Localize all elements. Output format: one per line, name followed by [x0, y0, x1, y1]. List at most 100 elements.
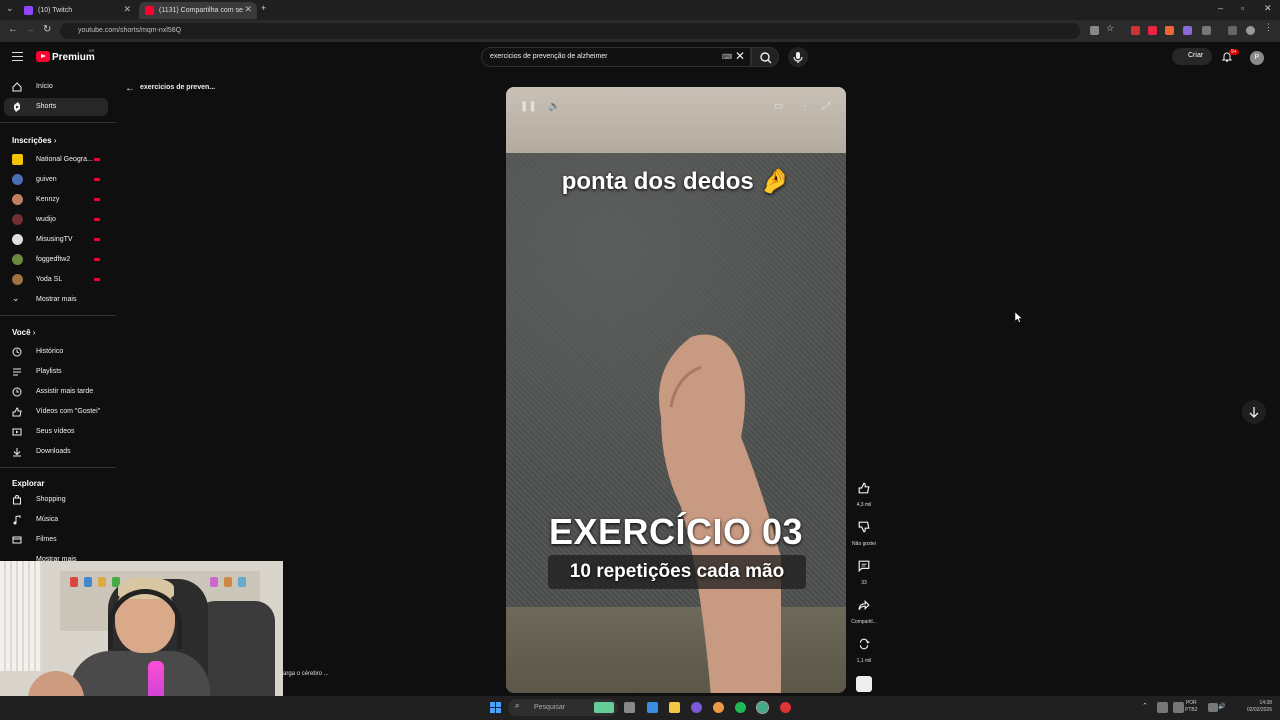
tray-mic-icon[interactable]: [1173, 702, 1184, 713]
channel-name: Yoda SL: [36, 276, 63, 283]
dislike-action[interactable]: Não gostei: [851, 515, 877, 547]
sidebar-item-music[interactable]: Música: [4, 511, 108, 529]
you-heading[interactable]: Você ›: [12, 328, 35, 337]
file-explorer-icon[interactable]: [669, 702, 680, 713]
you-title: Você: [12, 328, 31, 337]
next-short-button[interactable]: [1242, 400, 1266, 424]
sidebar-item-watch-later[interactable]: Assistir mais tarde: [4, 383, 108, 401]
sidebar-icon[interactable]: [1228, 26, 1237, 35]
more-options-icon[interactable]: ⋮: [800, 101, 810, 112]
menu-kebab-icon[interactable]: ⋮: [1264, 22, 1273, 32]
bookmark-star-icon[interactable]: ☆: [1106, 23, 1115, 33]
chrome-active-icon[interactable]: [756, 701, 769, 714]
captions-icon[interactable]: ▭: [774, 101, 783, 112]
sidebar-item-playlists[interactable]: Playlists: [4, 363, 108, 381]
back-icon[interactable]: ←: [8, 24, 18, 35]
back-to-search-link[interactable]: exercicios de preven...: [140, 84, 215, 91]
sidebar-sub-guiven[interactable]: guiven: [4, 171, 108, 189]
copilot-icon[interactable]: [647, 702, 658, 713]
extension-icon[interactable]: [1131, 26, 1140, 35]
taskbar-clock[interactable]: 14:38 02/02/2026: [1238, 700, 1272, 714]
extensions-puzzle-icon[interactable]: [1202, 26, 1211, 35]
create-button[interactable]: Criar: [1172, 48, 1212, 65]
close-tab-icon[interactable]: ✕: [244, 4, 252, 15]
app-icon[interactable]: [691, 702, 702, 713]
sidebar-item-downloads[interactable]: Downloads: [4, 443, 108, 461]
sidebar-item-movies[interactable]: Filmes: [4, 531, 108, 549]
video-background-wall: [506, 87, 846, 153]
channel-avatar: [12, 154, 23, 165]
maximize-icon[interactable]: ▫: [1241, 3, 1244, 13]
tab-search-icon[interactable]: ⌄: [6, 3, 14, 14]
search-button[interactable]: [751, 47, 779, 67]
chevron-right-icon: ›: [53, 136, 57, 145]
language-code: POR: [1185, 700, 1197, 706]
profile-icon[interactable]: [1246, 26, 1255, 35]
sidebar-show-more[interactable]: ⌄ Mostrar mais: [4, 291, 108, 309]
volume-icon[interactable]: 🔈: [548, 101, 560, 112]
network-icon[interactable]: [1208, 703, 1218, 712]
search-icon: [760, 52, 772, 64]
sidebar-item-your-videos[interactable]: Seus vídeos: [4, 423, 108, 441]
subscriptions-heading[interactable]: Inscrições ›: [12, 136, 56, 145]
volume-icon[interactable]: 🔊: [1218, 703, 1225, 710]
sidebar-sub-foggedftw2[interactable]: foggedftw2: [4, 251, 108, 269]
tray-app-icon[interactable]: [1157, 702, 1168, 713]
sidebar-item-liked-videos[interactable]: Vídeos com "Gostei": [4, 403, 108, 421]
comments-action[interactable]: 33: [851, 554, 877, 586]
twitch-favicon-icon: [24, 6, 33, 15]
sidebar-sub-wudijo[interactable]: wudijo: [4, 211, 108, 229]
downloads-icon: [13, 448, 21, 457]
chrome-icon[interactable]: [713, 702, 724, 713]
sound-action[interactable]: [851, 676, 877, 692]
logo-text[interactable]: Premium: [52, 52, 95, 63]
forward-icon[interactable]: →: [25, 24, 35, 35]
voice-search-button[interactable]: [788, 47, 808, 67]
video-caption-title: EXERCÍCIO 03: [548, 511, 804, 552]
youtube-logo-icon[interactable]: [36, 51, 50, 62]
search-input[interactable]: exercicios de prevenção de alzheimer: [481, 47, 751, 67]
clear-search-icon[interactable]: ✕: [735, 49, 745, 63]
hamburger-menu-icon[interactable]: [12, 52, 23, 61]
back-arrow-icon[interactable]: ←: [125, 83, 135, 94]
tab-twitch[interactable]: (10) Twitch ✕: [18, 2, 136, 19]
task-view-icon[interactable]: [624, 702, 635, 713]
sidebar-sub-yodasl[interactable]: Yoda SL: [4, 271, 108, 289]
reload-icon[interactable]: ↻: [43, 24, 51, 35]
spotify-icon[interactable]: [735, 702, 746, 713]
tab-youtube[interactable]: (1131) Compartilha com se ✕: [139, 2, 257, 19]
sidebar-item-home[interactable]: Início: [4, 78, 108, 96]
sidebar-sub-kennzy[interactable]: Kennzy: [4, 191, 108, 209]
sidebar-item-history[interactable]: Histórico: [4, 343, 108, 361]
close-tab-icon[interactable]: ✕: [123, 4, 131, 15]
remix-action[interactable]: 1,1 mil: [851, 632, 877, 664]
sidebar-item-shorts[interactable]: Shorts: [4, 98, 108, 116]
fullscreen-icon[interactable]: ⤢: [822, 101, 830, 112]
url-text: youtube.com/shorts/mqm-nxl58Q: [78, 27, 182, 34]
live-indicator-icon: [94, 198, 100, 201]
extension-icon[interactable]: [1148, 26, 1157, 35]
shorts-video-player[interactable]: ❚❚ 🔈 ▭ ⋮ ⤢ ponta dos dedos 🤌 EXERCÍCIO 0…: [506, 87, 846, 693]
sidebar-item-label: Vídeos com "Gostei": [36, 408, 101, 415]
sidebar-sub-misusingtv[interactable]: MisusingTV: [4, 231, 108, 249]
windows-start-icon[interactable]: [490, 702, 501, 713]
channel-avatar: [12, 274, 23, 285]
cast-icon[interactable]: [1090, 26, 1099, 35]
extension-icon[interactable]: [1165, 26, 1174, 35]
share-action[interactable]: Compartil...: [851, 593, 877, 625]
keyboard-icon[interactable]: ⌨: [722, 53, 732, 61]
language-indicator[interactable]: POR PTB2: [1185, 700, 1198, 714]
account-avatar[interactable]: P: [1250, 51, 1264, 65]
sidebar-item-shopping[interactable]: Shopping: [4, 491, 108, 509]
sidebar-sub-natgeo[interactable]: National Geogra...: [4, 151, 108, 169]
tray-chevron-icon[interactable]: ⌃: [1142, 702, 1148, 710]
close-window-icon[interactable]: ✕: [1264, 3, 1272, 14]
minimize-icon[interactable]: –: [1218, 3, 1223, 13]
new-tab-icon[interactable]: +: [261, 3, 266, 13]
extension-icon[interactable]: [1183, 26, 1192, 35]
pause-icon[interactable]: ❚❚: [520, 101, 537, 112]
url-input[interactable]: youtube.com/shorts/mqm-nxl58Q: [60, 23, 1080, 39]
obs-icon[interactable]: [780, 702, 791, 713]
like-action[interactable]: 4,3 mil: [851, 476, 877, 508]
occluded-video-caption: arga o cérebro ...: [283, 671, 329, 677]
